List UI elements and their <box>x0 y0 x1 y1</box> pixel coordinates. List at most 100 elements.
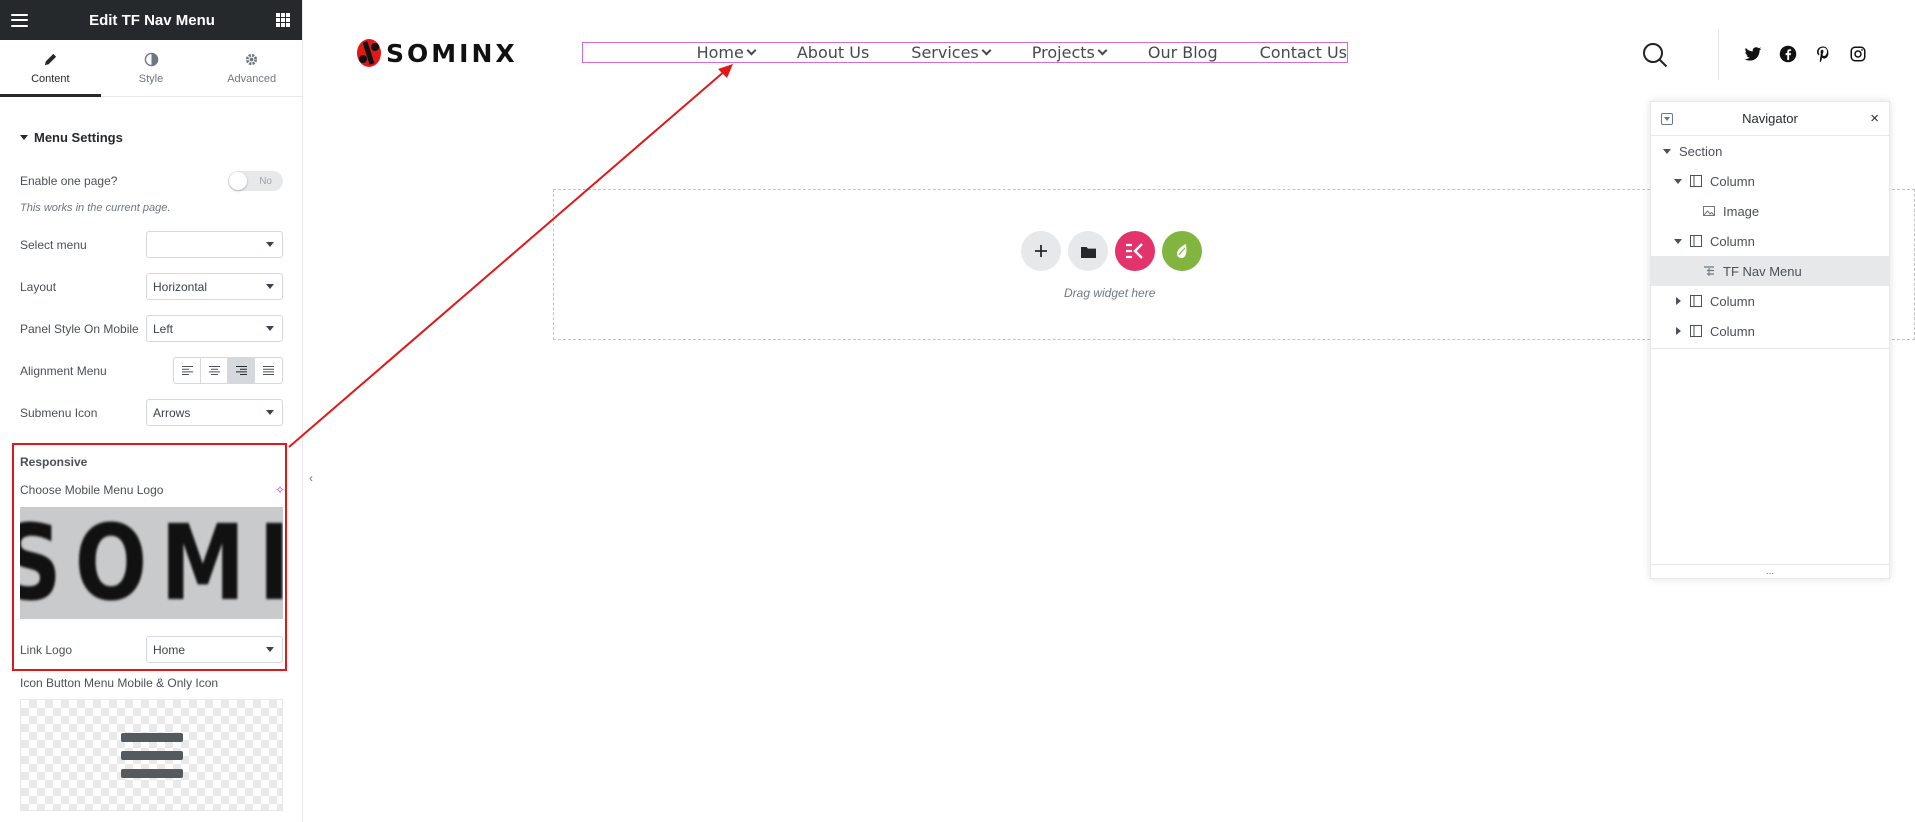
sominx-logo-mark-icon <box>357 39 381 67</box>
tree-item-label: Column <box>1710 233 1755 249</box>
ai-sparkle-icon[interactable]: ✧ <box>275 483 285 497</box>
nav-item-contact[interactable]: Contact Us <box>1260 43 1347 62</box>
select-menu-row: Select menu <box>20 231 283 258</box>
envato-button[interactable] <box>1162 231 1202 271</box>
elementor-kit-button[interactable] <box>1115 231 1155 271</box>
elementor-kit-icon <box>1126 243 1143 259</box>
layout-label: Layout <box>20 279 57 294</box>
mobile-logo-preview[interactable]: SOMI <box>20 507 283 619</box>
tree-item-column[interactable]: Column <box>1651 226 1889 256</box>
column-icon <box>1690 235 1702 247</box>
align-left-icon <box>181 366 193 375</box>
site-logo[interactable]: SOMINX <box>356 38 518 68</box>
enable-one-page-label: Enable one page? <box>20 174 118 188</box>
submenu-icon-value: Arrows <box>153 405 191 420</box>
close-icon[interactable]: × <box>1870 110 1879 127</box>
caret-down-icon <box>1674 238 1682 244</box>
dropdown-caret-icon <box>266 410 274 415</box>
site-logo-text: SOMINX <box>386 38 518 68</box>
nav-label: Services <box>911 43 979 62</box>
navigator-panel: Navigator × Section Column Image Column … <box>1650 101 1890 579</box>
tree-item-column[interactable]: Column <box>1651 166 1889 196</box>
nav-label: Our Blog <box>1147 43 1218 62</box>
align-right-button[interactable] <box>228 358 255 383</box>
tab-content[interactable]: Content <box>0 40 101 97</box>
icon-button-preview[interactable] <box>20 699 283 811</box>
nav-item-about[interactable]: About Us <box>797 43 869 62</box>
pinterest-icon[interactable] <box>1814 45 1832 63</box>
align-right-icon <box>235 366 247 375</box>
twitter-icon[interactable] <box>1744 45 1762 63</box>
link-logo-dropdown[interactable]: Home <box>146 636 283 663</box>
image-icon <box>1703 206 1715 216</box>
nav-item-blog[interactable]: Our Blog <box>1148 43 1218 62</box>
tab-content-label: Content <box>31 72 70 85</box>
tree-item-image[interactable]: Image <box>1651 196 1889 226</box>
tree-item-column[interactable]: Column <box>1651 286 1889 316</box>
tab-advanced[interactable]: Advanced <box>201 40 302 96</box>
column-icon <box>1690 295 1702 307</box>
align-justify-button[interactable] <box>255 358 282 383</box>
align-center-button[interactable] <box>201 358 228 383</box>
caret-down-icon <box>1674 178 1682 184</box>
instagram-icon[interactable] <box>1849 45 1867 63</box>
facebook-icon[interactable] <box>1779 45 1797 63</box>
chevron-down-icon <box>1097 45 1108 56</box>
search-icon[interactable] <box>1642 42 1668 68</box>
caret-right-icon <box>1676 327 1681 335</box>
tab-style-label: Style <box>138 72 164 85</box>
column-icon <box>1690 175 1702 187</box>
panel-collapse-handle[interactable]: ‹ <box>303 460 319 496</box>
section-title-label: Menu Settings <box>34 130 123 145</box>
enable-one-page-toggle[interactable]: No <box>228 171 283 191</box>
choose-logo-label: Choose Mobile Menu Logo <box>20 483 164 497</box>
section-menu-settings[interactable]: Menu Settings <box>20 130 123 145</box>
hamburger-bar <box>120 768 183 778</box>
chevron-down-icon <box>746 45 757 56</box>
panel-tabs: Content Style Advanced <box>0 40 302 97</box>
align-left-button[interactable] <box>174 358 201 383</box>
navigator-collapse-icon[interactable] <box>1661 113 1673 125</box>
add-icon <box>1035 245 1047 257</box>
tree-item-column[interactable]: Column <box>1651 316 1889 346</box>
tree-item-tf-nav-menu[interactable]: TF Nav Menu <box>1651 256 1889 286</box>
layout-value: Horizontal <box>153 279 208 294</box>
main-nav-menu: Home About Us Services Projects Our Blog… <box>582 42 1348 63</box>
layout-dropdown[interactable]: Horizontal <box>146 273 283 300</box>
add-template-button[interactable] <box>1068 231 1108 271</box>
submenu-icon-dropdown[interactable]: Arrows <box>146 399 283 426</box>
navigator-header: Navigator × <box>1651 102 1889 136</box>
nav-item-home[interactable]: Home <box>696 43 757 62</box>
hamburger-bar <box>120 750 183 760</box>
nav-label: Contact Us <box>1259 43 1347 62</box>
one-page-note: This works in the current page. <box>20 202 171 214</box>
responsive-title: Responsive <box>20 455 88 469</box>
tab-style[interactable]: Style <box>101 40 202 96</box>
align-justify-icon <box>263 366 274 375</box>
nav-item-services[interactable]: Services <box>911 43 992 62</box>
drag-widget-text: Drag widget here <box>1064 286 1156 300</box>
link-logo-label: Link Logo <box>20 642 73 657</box>
panel-style-dropdown[interactable]: Left <box>146 315 283 342</box>
alignment-button-group <box>173 357 283 384</box>
logo-preview-text: SOMI <box>20 507 283 619</box>
widgets-grid-icon[interactable] <box>276 13 290 27</box>
navigator-tree: Section Column Image Column TF Nav Menu … <box>1651 136 1889 346</box>
chevron-down-icon <box>981 45 992 56</box>
toggle-text: No <box>259 175 272 187</box>
dropdown-caret-icon <box>266 326 274 331</box>
dropdown-caret-icon <box>266 242 274 247</box>
tree-item-section[interactable]: Section <box>1651 136 1889 166</box>
tab-advanced-label: Advanced <box>227 72 277 85</box>
link-logo-value: Home <box>153 642 186 657</box>
hamburger-bar <box>120 732 183 742</box>
nav-label: Home <box>696 43 744 62</box>
header-divider <box>1718 30 1719 80</box>
envato-leaf-icon <box>1177 244 1187 258</box>
panel-title: Edit TF Nav Menu <box>89 11 215 29</box>
select-menu-dropdown[interactable] <box>146 231 283 258</box>
add-section-button[interactable] <box>1021 231 1061 271</box>
nav-item-projects[interactable]: Projects <box>1032 43 1108 62</box>
hamburger-menu-icon[interactable] <box>11 13 28 27</box>
navigator-resize-handle[interactable]: ... <box>1651 564 1889 578</box>
